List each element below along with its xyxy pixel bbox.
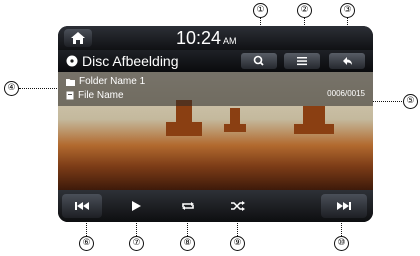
home-icon: [71, 32, 85, 44]
back-button[interactable]: [329, 53, 365, 69]
clock-ampm: AM: [223, 36, 237, 46]
clock-time: 10:24: [176, 28, 222, 48]
list-icon: [297, 57, 307, 66]
page-title: Disc Afbeelding: [82, 53, 179, 69]
callout-1: ①: [253, 3, 268, 18]
folder-name: Folder Name 1: [79, 76, 146, 87]
repeat-button[interactable]: [170, 194, 206, 218]
playback-controls: [58, 190, 373, 222]
device-screen: 10:24 AM Disc Afbeelding Folder Name 1 F…: [58, 26, 373, 222]
file-icon: [66, 91, 74, 100]
play-button[interactable]: [118, 194, 154, 218]
title-bar: Disc Afbeelding: [58, 50, 373, 72]
callout-10: ⑩: [334, 236, 349, 251]
play-icon: [132, 201, 141, 211]
clock: 10:24 AM: [176, 28, 237, 49]
file-name: File Name: [78, 90, 124, 101]
file-counter: 0006/0015: [327, 89, 365, 98]
home-button[interactable]: [64, 29, 92, 47]
callout-7: ⑦: [129, 236, 144, 251]
callout-5: ⑤: [403, 94, 418, 109]
list-button[interactable]: [284, 53, 320, 69]
callout-2: ②: [297, 3, 312, 18]
callout-8: ⑧: [180, 236, 195, 251]
shuffle-icon: [231, 201, 245, 211]
callout-6: ⑥: [79, 236, 94, 251]
next-button[interactable]: [321, 194, 367, 218]
next-track-icon: [337, 202, 351, 210]
track-info-panel: Folder Name 1 File Name 0006/0015: [58, 72, 373, 106]
search-button[interactable]: [241, 53, 277, 69]
shuffle-button[interactable]: [220, 194, 256, 218]
status-bar: 10:24 AM: [58, 26, 373, 50]
search-icon: [253, 55, 264, 66]
folder-icon: [66, 78, 75, 86]
callout-3: ③: [340, 3, 355, 18]
previous-button[interactable]: [62, 194, 102, 218]
back-icon: [343, 57, 352, 65]
callout-4: ④: [4, 81, 19, 96]
previous-track-icon: [75, 202, 89, 210]
disc-icon: [66, 55, 78, 67]
repeat-icon: [182, 202, 194, 210]
callout-9: ⑨: [230, 236, 245, 251]
